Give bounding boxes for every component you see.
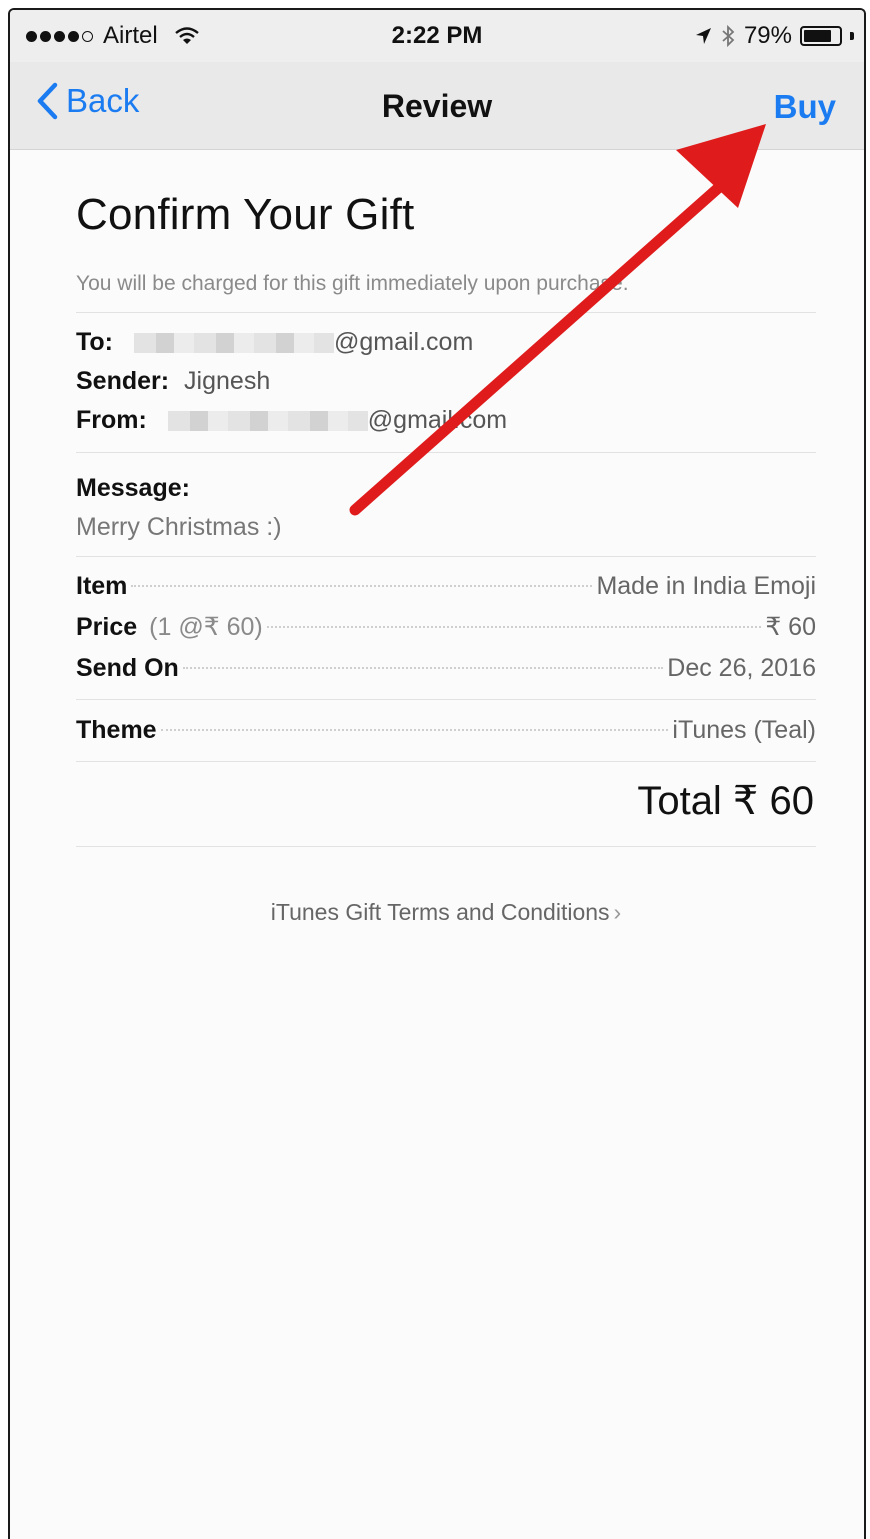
location-arrow-icon xyxy=(695,28,711,44)
status-right: 79% xyxy=(694,22,854,50)
bluetooth-icon xyxy=(722,24,735,48)
recipient-details: To: @gmail.com Sender: Jignesh From: @gm… xyxy=(76,313,816,453)
page-title: Review xyxy=(381,88,493,124)
from-line: From: @gmail.com xyxy=(76,401,816,440)
to-email: @gmail.com xyxy=(333,328,474,356)
message-text: Merry Christmas :) xyxy=(76,513,282,541)
gift-review-content: Confirm Your Gift You will be charged fo… xyxy=(76,150,816,926)
status-bar: Airtel 2:22 PM 79% xyxy=(10,10,864,62)
price-quantity: (1 @₹ 60) xyxy=(149,613,263,641)
theme-row: Theme iTunes (Teal) xyxy=(76,710,816,751)
from-label: From: xyxy=(76,406,147,434)
battery-level xyxy=(804,30,831,42)
battery-cap xyxy=(850,32,854,40)
dotted-leader xyxy=(160,729,669,731)
dotted-leader xyxy=(266,626,762,628)
redacted-email xyxy=(133,333,334,354)
purchase-details: Item Made in India Emoji Price (1 @₹ 60)… xyxy=(76,557,816,700)
buy-button[interactable]: Buy xyxy=(774,88,836,126)
send-on-label: Send On xyxy=(76,654,179,682)
theme-label: Theme xyxy=(76,716,157,744)
confirm-heading: Confirm Your Gift xyxy=(76,190,415,239)
redacted-email xyxy=(167,411,368,432)
total-amount: Total ₹ 60 xyxy=(76,762,816,847)
item-row: Item Made in India Emoji xyxy=(76,566,816,607)
price-value: ₹ 60 xyxy=(765,613,816,641)
sender-name: Jignesh xyxy=(184,367,271,395)
message-section: Message: Merry Christmas :) xyxy=(76,453,816,557)
price-row: Price (1 @₹ 60) ₹ 60 xyxy=(76,607,816,648)
item-value: Made in India Emoji xyxy=(596,572,816,600)
price-label: Price xyxy=(76,613,138,641)
send-on-row: Send On Dec 26, 2016 xyxy=(76,648,816,689)
to-label: To: xyxy=(76,328,114,356)
theme-value: iTunes (Teal) xyxy=(672,716,816,744)
dotted-leader xyxy=(182,667,664,669)
theme-section: Theme iTunes (Teal) xyxy=(76,700,816,762)
battery-icon xyxy=(800,26,842,46)
message-label: Message: xyxy=(76,474,190,502)
battery-percent: 79% xyxy=(743,22,792,49)
dotted-leader xyxy=(131,585,593,587)
terms-link[interactable]: iTunes Gift Terms and Conditions › xyxy=(76,899,816,926)
to-line: To: @gmail.com xyxy=(76,323,816,362)
from-email: @gmail.com xyxy=(367,406,508,434)
send-on-value: Dec 26, 2016 xyxy=(667,654,816,682)
item-label: Item xyxy=(76,572,128,600)
terms-label: iTunes Gift Terms and Conditions xyxy=(270,899,610,925)
charge-notice: You will be charged for this gift immedi… xyxy=(76,272,816,313)
navigation-bar: Back Review Buy xyxy=(10,62,864,150)
sender-line: Sender: Jignesh xyxy=(76,362,816,401)
sender-label: Sender: xyxy=(76,367,170,395)
phone-screen: Airtel 2:22 PM 79% Back Review Buy Confi… xyxy=(8,8,866,1539)
chevron-right-icon: › xyxy=(613,899,622,925)
message-label-line: Message: xyxy=(76,469,816,508)
